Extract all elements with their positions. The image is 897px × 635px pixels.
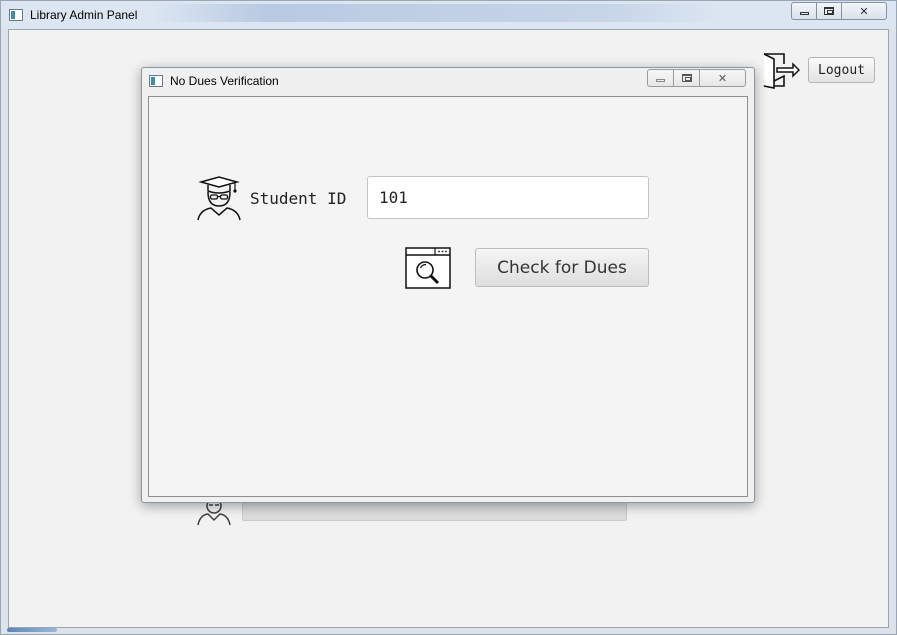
no-dues-dialog: No Dues Verification ✕ Student ID 101 Ch…: [141, 67, 755, 503]
browser-search-icon: [405, 247, 451, 289]
maximize-icon: [824, 7, 834, 15]
dialog-maximize-button[interactable]: [673, 69, 700, 87]
main-caption-buttons: ✕: [791, 2, 887, 20]
door-exit-icon[interactable]: [762, 51, 800, 89]
maximize-icon: [681, 74, 692, 82]
dialog-caption-buttons: ✕: [647, 69, 746, 87]
main-title-bar[interactable]: Library Admin Panel ✕: [1, 1, 896, 29]
main-window-title: Library Admin Panel: [30, 8, 138, 22]
minimize-button[interactable]: [791, 2, 817, 20]
student-id-input[interactable]: [367, 176, 649, 219]
close-icon: ✕: [717, 72, 728, 85]
app-window-icon: [9, 9, 23, 21]
minimize-icon: [799, 12, 809, 15]
close-icon: ✕: [859, 5, 869, 18]
status-progress-strip: [7, 628, 57, 632]
student-id-label: Student ID: [250, 189, 347, 208]
app-window-icon: [149, 75, 163, 87]
title-bar-glass: [151, 4, 721, 22]
maximize-button[interactable]: [816, 2, 842, 20]
minimize-icon: [656, 79, 665, 82]
close-button[interactable]: ✕: [841, 2, 887, 20]
logout-button[interactable]: Logout: [808, 57, 875, 83]
dialog-title: No Dues Verification: [170, 74, 279, 88]
dialog-content: Student ID Check for Dues: [148, 96, 748, 497]
dialog-minimize-button[interactable]: [647, 69, 674, 87]
dialog-close-button[interactable]: ✕: [699, 69, 746, 87]
check-for-dues-button[interactable]: Check for Dues: [475, 248, 649, 287]
graduate-student-icon: [197, 176, 241, 221]
